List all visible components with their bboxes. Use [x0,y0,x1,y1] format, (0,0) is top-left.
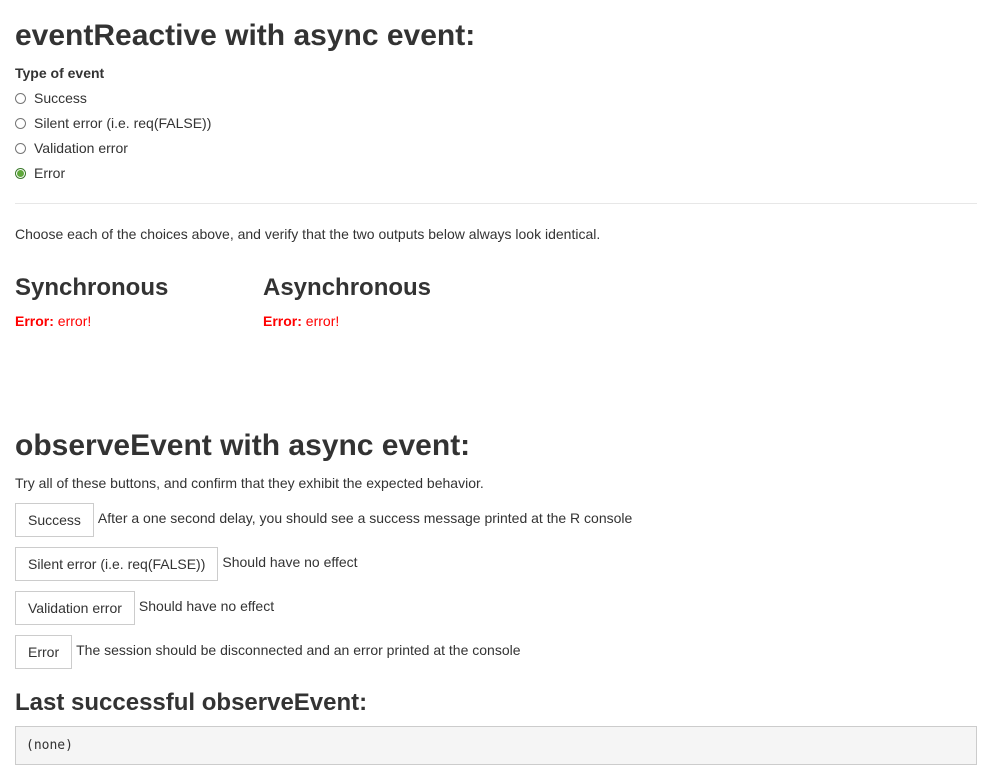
error-text: error! [53,313,92,329]
button-description: Should have no effect [222,554,358,570]
synchronous-title: Synchronous [15,274,169,301]
observe-row-validation-error: Validation error Should have no effect [15,591,274,625]
asynchronous-error-output: Error: error! [263,312,339,330]
radio-option-label: Error [34,165,66,181]
validation-error-button[interactable]: Validation error [15,591,135,625]
observe-row-success: Success After a one second delay, you sh… [15,503,632,537]
error-text: error! [301,313,340,329]
radio-option-label: Validation error [34,140,128,156]
error-label: Error: [263,313,302,329]
last-successful-title: Last successful observeEvent: [15,689,368,716]
last-successful-output: (none) [15,726,977,765]
button-description: After a one second delay, you should see… [97,510,633,526]
button-description: Should have no effect [138,598,275,614]
asynchronous-title: Asynchronous [263,274,432,301]
event-type-label: Type of event [15,65,105,81]
event-reactive-title: eventReactive with async event: [15,19,476,52]
silent-error-button[interactable]: Silent error (i.e. req(FALSE)) [15,547,219,581]
radio-option-success[interactable]: Success [15,88,87,108]
success-button[interactable]: Success [15,503,94,537]
button-description: The session should be disconnected and a… [76,642,521,658]
radio-option-label: Silent error (i.e. req(FALSE)) [34,115,212,131]
error-label: Error: [15,313,54,329]
error-button[interactable]: Error [15,635,73,669]
observe-row-silent-error: Silent error (i.e. req(FALSE)) Should ha… [15,547,358,581]
observe-event-title: observeEvent with async event: [15,429,471,462]
event-reactive-instructions: Choose each of the choices above, and ve… [15,226,601,242]
radio-button-icon[interactable] [15,142,26,154]
radio-option-label: Success [34,90,87,106]
radio-button-checked-icon[interactable] [15,167,26,179]
observe-row-error: Error The session should be disconnected… [15,635,521,669]
radio-option-validation-error[interactable]: Validation error [15,138,128,158]
radio-option-error[interactable]: Error [15,163,65,183]
radio-option-silent-error[interactable]: Silent error (i.e. req(FALSE)) [15,113,211,133]
synchronous-error-output: Error: error! [15,312,91,330]
observe-event-instructions: Try all of these buttons, and confirm th… [15,475,484,491]
radio-button-icon[interactable] [15,92,26,104]
divider [15,203,977,204]
radio-button-icon[interactable] [15,117,26,129]
